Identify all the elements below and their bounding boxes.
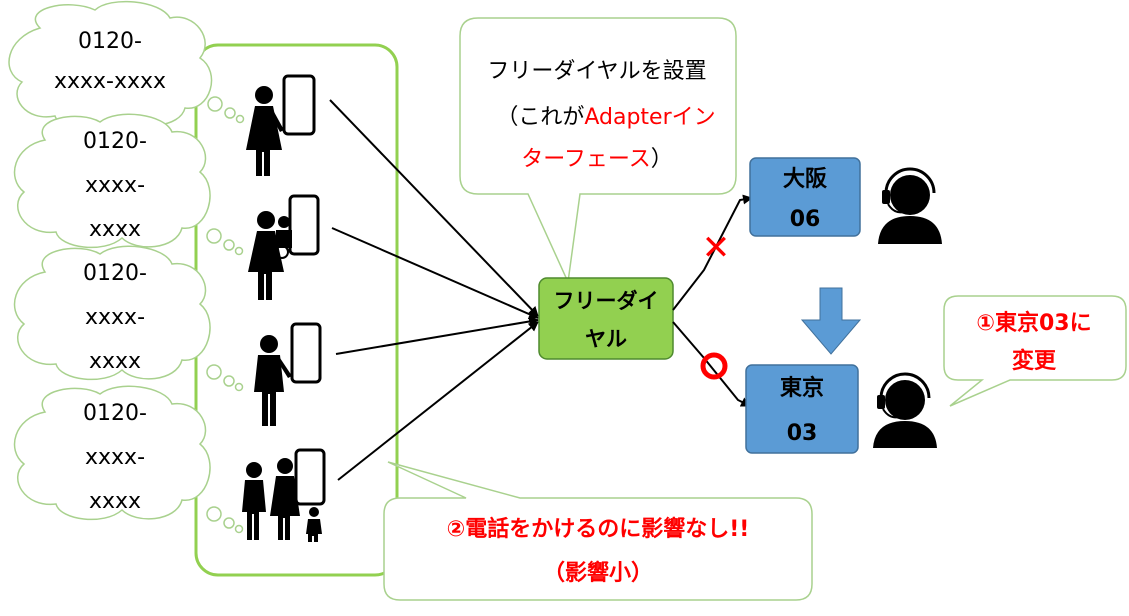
adapter-callout-line-2-b: Adapterイン bbox=[584, 105, 715, 130]
adapter-callout-line-3-b: ） bbox=[651, 147, 673, 172]
adapter-callout-line-1: フリーダイヤルを設置 bbox=[487, 59, 706, 84]
caller-2-line-2: xxxx- bbox=[85, 173, 145, 198]
circle-mark bbox=[700, 352, 728, 380]
caller-bubble-2: 0120- xxxx- xxxx bbox=[13, 113, 244, 256]
impact-callout: ②電話をかけるのに影響なし!! （影響小） bbox=[383, 461, 813, 601]
adapter-callout-line-3-a: ターフェース bbox=[521, 147, 651, 172]
arrow-hub-to-tokyo bbox=[672, 321, 751, 407]
tokyo-code: 03 bbox=[787, 421, 818, 446]
caller-bubble-3: 0120- xxxx- xxxx bbox=[13, 245, 244, 392]
tokyo-change-callout-line-1: ①東京03に bbox=[976, 310, 1091, 336]
caller-1-line-1: 0120- bbox=[78, 29, 142, 54]
caller-4-line-2: xxxx- bbox=[85, 445, 145, 470]
adapter-callout-line-2: （これがAdapterイン bbox=[496, 105, 715, 130]
caller-4-line-1: 0120- bbox=[83, 401, 147, 426]
caller-1-line-2: xxxx-xxxx bbox=[54, 69, 166, 94]
caller-2-line-3: xxxx bbox=[89, 217, 141, 242]
man-with-phone-icon bbox=[254, 322, 322, 426]
woman-with-phone-icon bbox=[246, 74, 316, 176]
arrow-caller-4-to-hub bbox=[337, 321, 539, 481]
caller-4-line-3: xxxx bbox=[89, 489, 141, 514]
operator-osaka-icon bbox=[878, 167, 942, 244]
caller-bubble-4: 0120- xxxx- xxxx bbox=[13, 385, 244, 534]
operator-tokyo-icon bbox=[873, 372, 937, 448]
arrow-caller-2-to-hub bbox=[331, 227, 539, 319]
diagram-canvas: 0120- xxxx-xxxx 0120- xxxx- xxxx 0120- x… bbox=[8, 0, 1127, 601]
tokyo-change-callout-line-2: 変更 bbox=[1012, 348, 1057, 374]
free-dial-hub-line-2: ヤル bbox=[585, 327, 627, 351]
osaka-box: 大阪 06 bbox=[749, 157, 861, 237]
impact-callout-line-1: ②電話をかけるのに影響なし!! bbox=[447, 516, 750, 542]
tokyo-box: 東京 03 bbox=[745, 364, 859, 454]
change-down-arrow bbox=[800, 287, 862, 355]
adapter-callout: フリーダイヤルを設置 （これがAdapterイン ターフェース） bbox=[459, 17, 737, 285]
tokyo-change-callout: ①東京03に 変更 bbox=[943, 295, 1127, 407]
caller-bubble-1: 0120- xxxx-xxxx bbox=[8, 0, 245, 130]
family-with-phone-icon bbox=[242, 448, 326, 542]
cross-mark: ✕ bbox=[702, 228, 731, 268]
caller-3-line-3: xxxx bbox=[89, 349, 141, 374]
free-dial-hub: フリーダイ ヤル bbox=[538, 277, 674, 360]
parent-with-baby-phone-icon bbox=[248, 194, 320, 300]
free-dial-hub-line-1: フリーダイ bbox=[554, 289, 659, 313]
caller-3-line-1: 0120- bbox=[83, 261, 147, 286]
arrow-caller-3-to-hub bbox=[335, 316, 539, 355]
adapter-callout-line-2-a: （これが bbox=[496, 105, 584, 130]
impact-callout-line-2: （影響小） bbox=[543, 560, 653, 586]
caller-3-line-2: xxxx- bbox=[85, 305, 145, 330]
osaka-name: 大阪 bbox=[783, 167, 827, 192]
osaka-code: 06 bbox=[790, 207, 821, 232]
adapter-callout-line-3: ターフェース） bbox=[521, 147, 673, 172]
tokyo-name: 東京 bbox=[780, 375, 824, 401]
caller-2-line-1: 0120- bbox=[83, 129, 147, 154]
